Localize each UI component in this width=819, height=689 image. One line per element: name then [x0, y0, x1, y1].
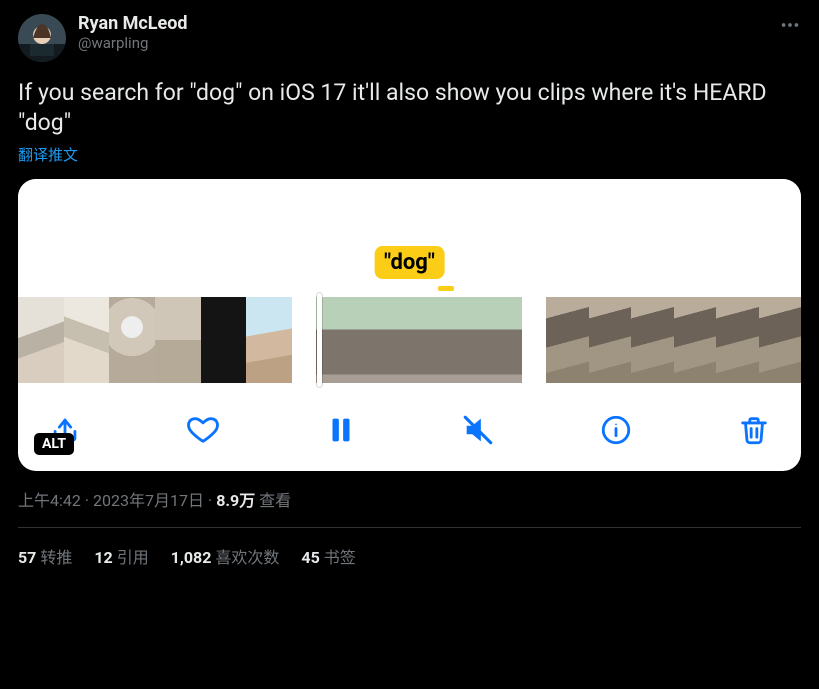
clip-thumbnail [64, 297, 110, 383]
more-button[interactable] [779, 14, 801, 40]
trash-icon [737, 413, 771, 447]
clip-thumbnail [546, 297, 589, 383]
tweet-stats: 57转推 12 引用 1,082喜欢次数 45 书签 [18, 528, 801, 568]
info-icon [599, 413, 633, 447]
clip-thumbnail [674, 297, 717, 383]
clip-thumbnail [109, 297, 155, 383]
tweet-date[interactable]: 2023年7月17日 [93, 491, 204, 510]
mute-button[interactable] [461, 413, 495, 447]
quotes-count: 12 [94, 548, 112, 567]
alt-badge[interactable]: ALT [34, 433, 74, 455]
bookmarks-stat[interactable]: 45 书签 [301, 544, 355, 568]
retweets-count: 57 [18, 548, 36, 567]
pause-icon [324, 413, 358, 447]
clip-thumbnail [201, 297, 247, 383]
clip-group[interactable] [18, 297, 292, 383]
author-handle: @warpling [78, 35, 188, 52]
clip-thumbnail [18, 297, 64, 383]
clip-thumbnail [368, 297, 420, 383]
clip-thumbnail [316, 297, 368, 383]
clip-thumbnail [471, 297, 523, 383]
views-count: 8.9万 [216, 491, 255, 510]
retweets-stat[interactable]: 57转推 [18, 544, 72, 568]
favorite-button[interactable] [186, 413, 220, 447]
quotes-label: 引用 [117, 548, 149, 567]
likes-count: 1,082 [171, 548, 212, 567]
likes-label: 喜欢次数 [215, 548, 279, 567]
tweet: Ryan McLeod @warpling If you search for … [0, 0, 819, 568]
avatar[interactable] [18, 14, 66, 62]
bookmarks-label: 书签 [324, 548, 356, 567]
bookmarks-count: 45 [301, 548, 319, 567]
clip-thumbnail [589, 297, 632, 383]
author-display-name: Ryan McLeod [78, 14, 188, 35]
clip-group[interactable] [546, 297, 801, 383]
clip-thumbnail [759, 297, 802, 383]
pause-button[interactable] [324, 413, 358, 447]
translate-link[interactable]: 翻译推文 [18, 144, 801, 165]
tweet-time[interactable]: 上午4:42 [18, 491, 81, 510]
tweet-meta: 上午4:42·2023年7月17日·8.9万 查看 [18, 487, 801, 511]
clip-timeline[interactable] [18, 271, 801, 383]
clip-thumbnail [716, 297, 759, 383]
media-card[interactable]: "dog" [18, 179, 801, 471]
heart-icon [186, 413, 220, 447]
info-button[interactable] [599, 413, 633, 447]
tweet-text: If you search for "dog" on iOS 17 it'll … [18, 78, 801, 138]
delete-button[interactable] [737, 413, 771, 447]
media-toolbar [18, 383, 801, 471]
playhead[interactable] [317, 293, 322, 387]
retweets-label: 转推 [40, 548, 72, 567]
likes-stat[interactable]: 1,082喜欢次数 [171, 544, 280, 568]
views-label: 查看 [259, 491, 291, 510]
speaker-muted-icon [461, 413, 495, 447]
clip-thumbnail [631, 297, 674, 383]
caption-keyword-badge: "dog" [374, 246, 445, 279]
clip-thumbnail [246, 297, 292, 383]
tweet-header: Ryan McLeod @warpling [18, 14, 801, 62]
quotes-stat[interactable]: 12 引用 [94, 544, 148, 568]
clip-thumbnail [419, 297, 471, 383]
author-block[interactable]: Ryan McLeod @warpling [78, 14, 188, 52]
caption-marker [438, 286, 454, 291]
more-icon [779, 14, 801, 36]
media-header-space: "dog" [18, 179, 801, 271]
clip-thumbnail [155, 297, 201, 383]
clip-group-current[interactable] [316, 297, 522, 383]
